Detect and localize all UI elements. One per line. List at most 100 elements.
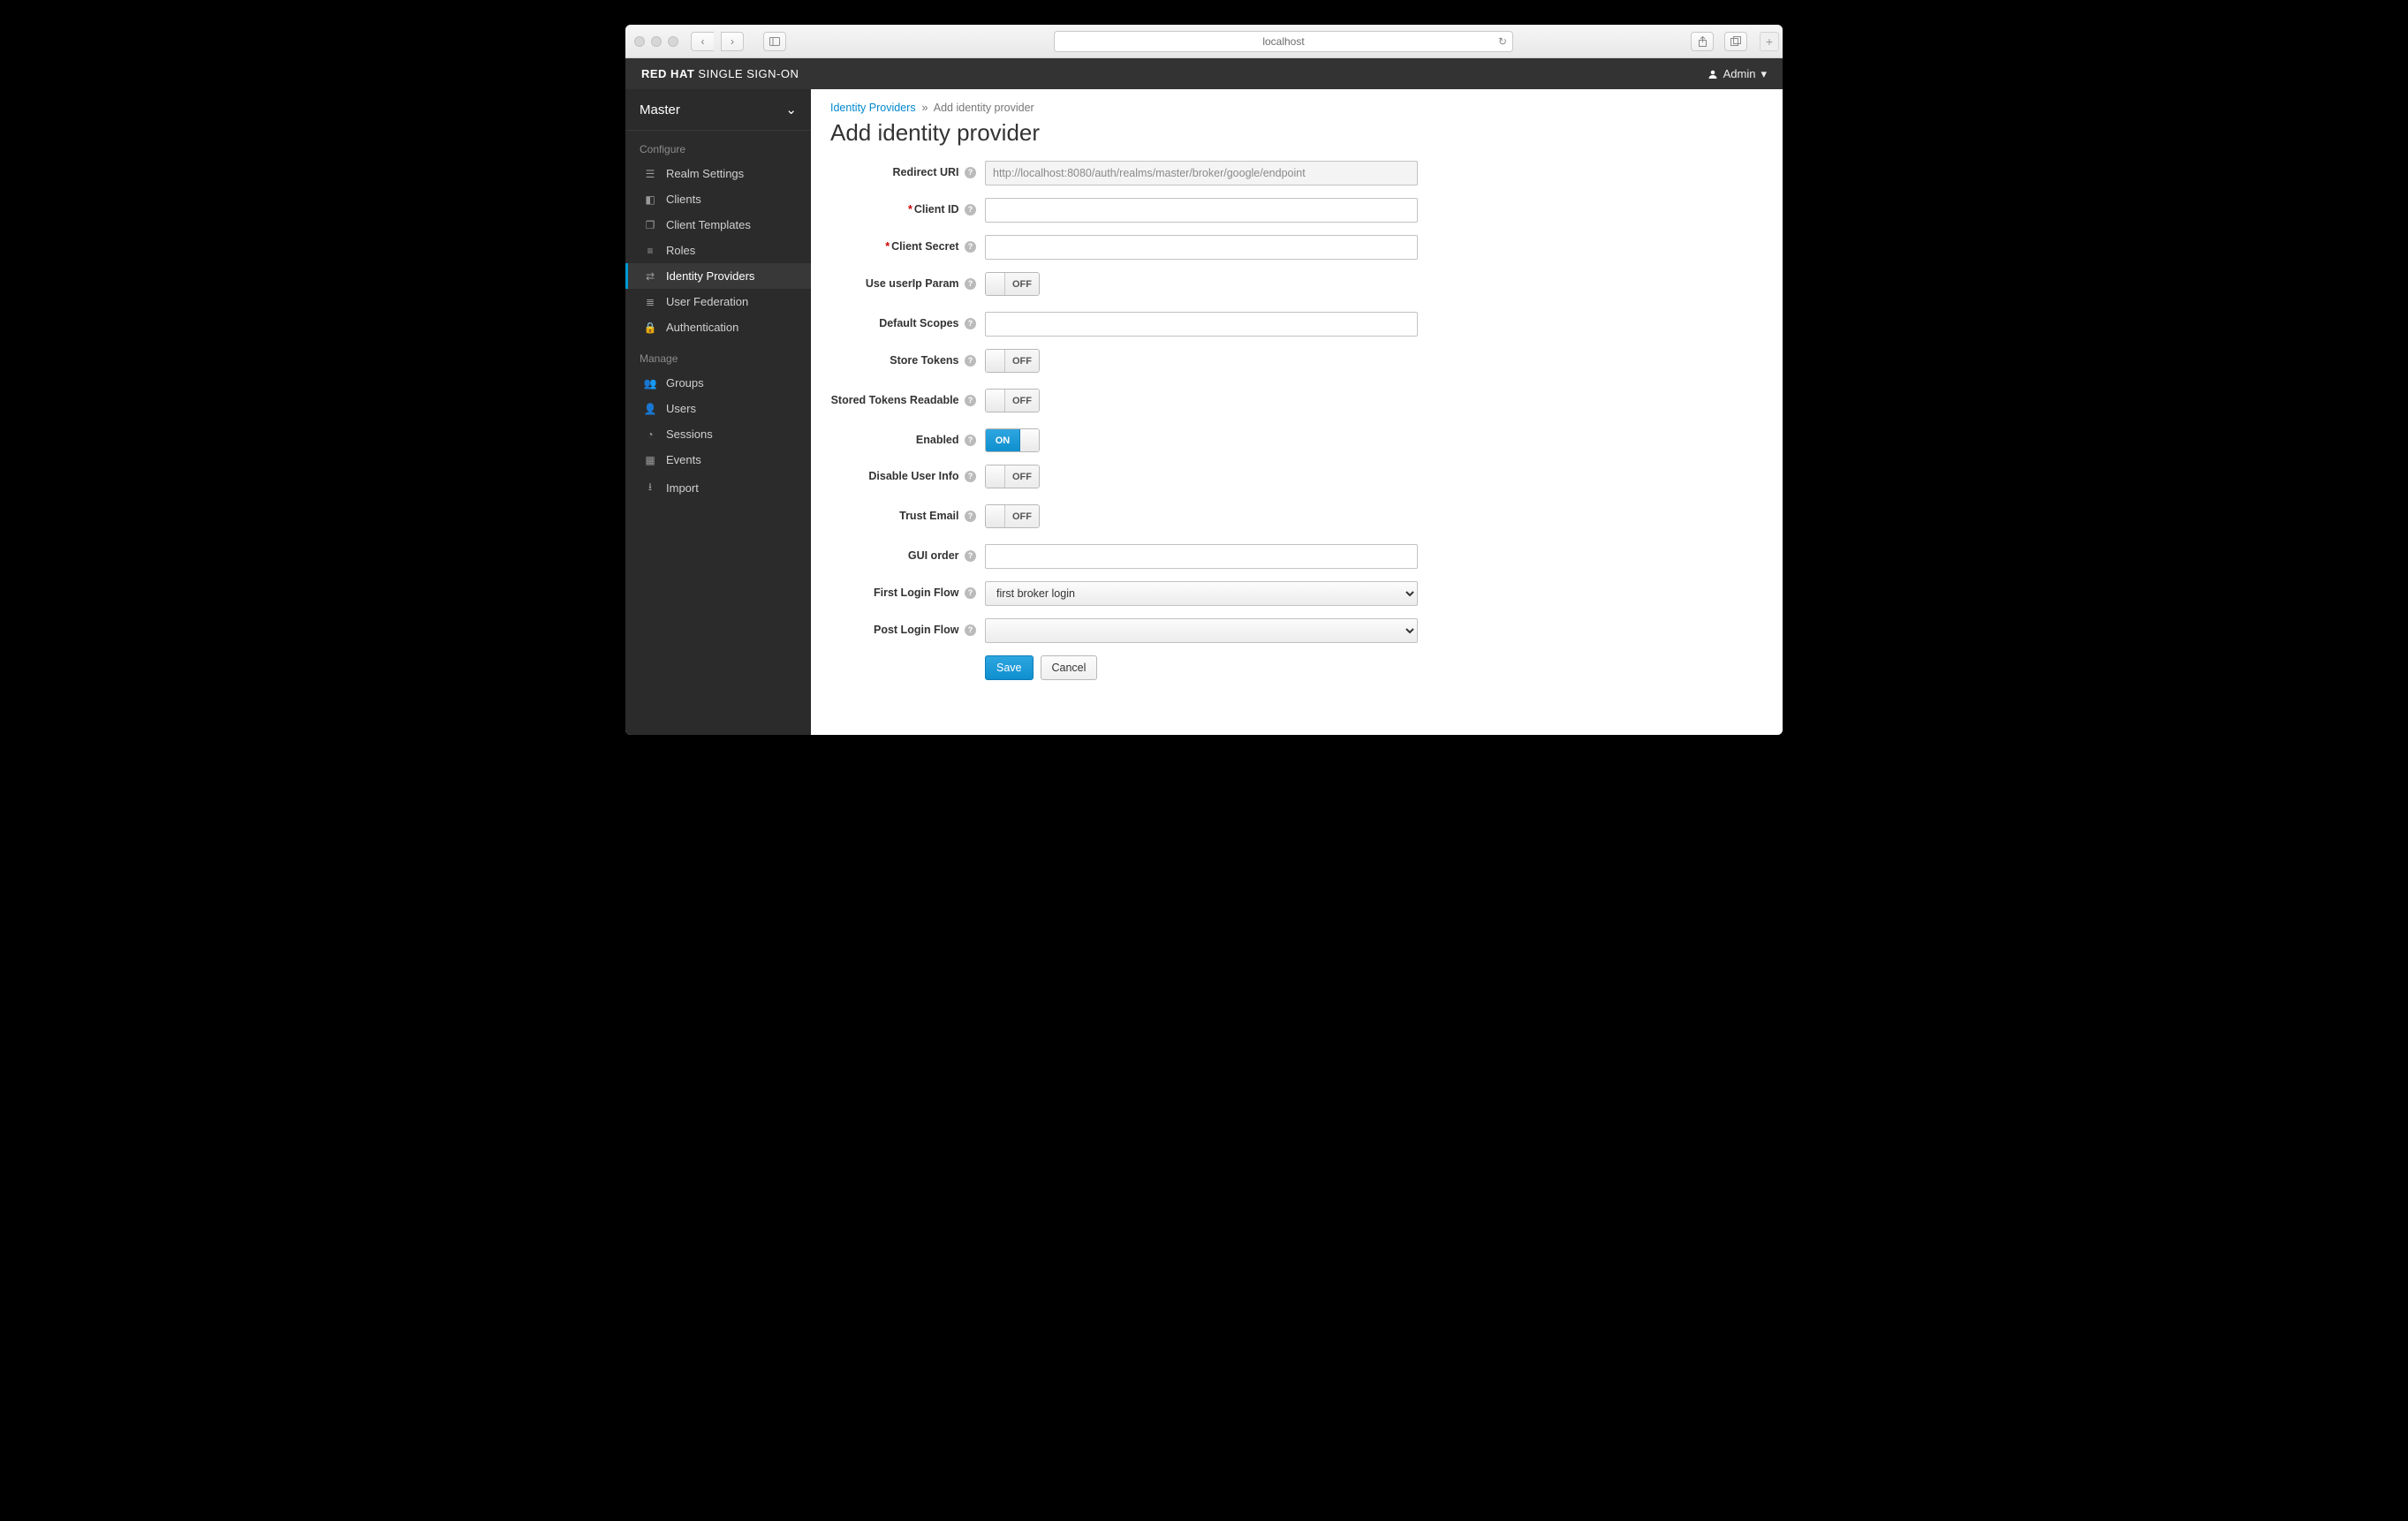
help-icon[interactable]: ? — [965, 550, 976, 562]
label-enabled: Enabled — [916, 434, 959, 446]
section-configure: Configure — [625, 131, 811, 161]
stored-tokens-readable-toggle[interactable]: OFF — [985, 389, 1040, 412]
trust-email-toggle[interactable]: OFF — [985, 504, 1040, 528]
brand: RED HAT SINGLE SIGN-ON — [641, 67, 799, 80]
sidebar-item-sessions[interactable]: ◔Sessions — [625, 421, 811, 447]
panel-icon — [769, 37, 780, 46]
sidebar-item-label: Roles — [666, 244, 695, 257]
user-icon — [1708, 69, 1718, 79]
help-icon[interactable]: ? — [965, 318, 976, 329]
browser-window: ‹ › localhost ↻ + RED HAT SINGLE SIGN-ON — [625, 25, 1783, 735]
help-icon[interactable]: ? — [965, 511, 976, 522]
help-icon[interactable]: ? — [965, 204, 976, 216]
close-dot[interactable] — [634, 36, 645, 47]
help-icon[interactable]: ? — [965, 241, 976, 253]
zoom-dot[interactable] — [668, 36, 678, 47]
brand-rest: SINGLE SIGN-ON — [694, 67, 799, 80]
sidebar-item-client-templates[interactable]: ❐Client Templates — [625, 212, 811, 238]
sidebar-item-groups[interactable]: 👥Groups — [625, 370, 811, 396]
enabled-toggle[interactable]: ON — [985, 428, 1040, 452]
sidebar-item-user-federation[interactable]: ≣ User Federation — [625, 289, 811, 314]
templates-icon: ❐ — [643, 219, 657, 231]
breadcrumb: Identity Providers » Add identity provid… — [830, 102, 1763, 114]
sidebar-toggle-button[interactable] — [763, 32, 786, 51]
help-icon[interactable]: ? — [965, 587, 976, 599]
group-icon: 👥 — [643, 377, 657, 390]
help-icon[interactable]: ? — [965, 435, 976, 446]
database-icon: ≣ — [643, 296, 657, 308]
brand-bold: RED HAT — [641, 67, 694, 80]
content: Identity Providers » Add identity provid… — [811, 89, 1783, 735]
chevron-down-icon: ⌄ — [785, 102, 797, 117]
help-icon[interactable]: ? — [965, 624, 976, 636]
user-name: Admin — [1723, 67, 1756, 80]
toggle-state: OFF — [1005, 465, 1039, 488]
help-icon[interactable]: ? — [965, 471, 976, 482]
share-button[interactable] — [1691, 32, 1714, 51]
redirect-uri-field[interactable] — [985, 161, 1418, 185]
app-root: RED HAT SINGLE SIGN-ON Admin ▾ Master ⌄ … — [625, 58, 1783, 735]
forward-button[interactable]: › — [721, 32, 744, 51]
label-store-tokens: Store Tokens — [890, 354, 958, 367]
label-client-id: Client ID — [914, 203, 959, 216]
label-post-login-flow: Post Login Flow — [874, 624, 959, 636]
share-icon — [1698, 36, 1708, 47]
toggle-state: OFF — [1005, 505, 1039, 527]
label-default-scopes: Default Scopes — [879, 317, 958, 329]
toggle-state: OFF — [1005, 350, 1039, 372]
sidebar-item-authentication[interactable]: 🔒Authentication — [625, 314, 811, 340]
sidebar-item-label: Events — [666, 453, 701, 466]
label-stored-tokens-readable: Stored Tokens Readable — [831, 394, 959, 406]
realm-name: Master — [640, 102, 680, 117]
help-icon[interactable]: ? — [965, 395, 976, 406]
disable-user-info-toggle[interactable]: OFF — [985, 465, 1040, 488]
chevron-down-icon: ▾ — [1761, 67, 1767, 81]
user-menu[interactable]: Admin ▾ — [1708, 67, 1767, 81]
sidebar-item-label: Import — [666, 481, 699, 495]
breadcrumb-root[interactable]: Identity Providers — [830, 102, 916, 114]
sidebar-item-label: User Federation — [666, 295, 748, 308]
back-button[interactable]: ‹ — [691, 32, 714, 51]
sidebar-item-import[interactable]: ⭳ Import — [625, 473, 811, 503]
sidebar-item-users[interactable]: 👤Users — [625, 396, 811, 421]
tabs-icon — [1730, 36, 1741, 46]
label-first-login-flow: First Login Flow — [874, 586, 959, 599]
lock-icon: 🔒 — [643, 322, 657, 334]
use-userip-toggle[interactable]: OFF — [985, 272, 1040, 296]
help-icon[interactable]: ? — [965, 278, 976, 290]
page-title: Add identity provider — [830, 119, 1763, 147]
new-tab-button[interactable]: + — [1760, 32, 1779, 51]
post-login-flow-select[interactable] — [985, 618, 1418, 643]
client-id-field[interactable] — [985, 198, 1418, 223]
label-gui-order: GUI order — [908, 549, 959, 562]
sidebar-item-identity-providers[interactable]: ⇄Identity Providers — [625, 263, 811, 289]
save-button[interactable]: Save — [985, 655, 1034, 680]
store-tokens-toggle[interactable]: OFF — [985, 349, 1040, 373]
default-scopes-field[interactable] — [985, 312, 1418, 337]
first-login-flow-select[interactable]: first broker login — [985, 581, 1418, 606]
sidebar: Master ⌄ Configure ☰Realm Settings ◧Clie… — [625, 89, 811, 735]
sidebar-item-label: Identity Providers — [666, 269, 754, 283]
label-use-userip: Use userIp Param — [866, 277, 959, 290]
sidebar-item-events[interactable]: ▦ Events — [625, 447, 811, 473]
sidebar-item-label: Sessions — [666, 428, 713, 441]
realm-selector[interactable]: Master ⌄ — [625, 89, 811, 131]
help-icon[interactable]: ? — [965, 355, 976, 367]
sidebar-item-clients[interactable]: ◧Clients — [625, 186, 811, 212]
address-bar[interactable]: localhost ↻ — [1054, 31, 1513, 52]
toggle-state: OFF — [1005, 390, 1039, 412]
cancel-button[interactable]: Cancel — [1041, 655, 1098, 680]
tabs-button[interactable] — [1724, 32, 1747, 51]
label-redirect-uri: Redirect URI — [892, 166, 958, 178]
reload-icon[interactable]: ↻ — [1498, 35, 1507, 48]
minimize-dot[interactable] — [651, 36, 662, 47]
calendar-icon: ▦ — [643, 454, 657, 466]
label-disable-user-info: Disable User Info — [868, 470, 958, 482]
gui-order-field[interactable] — [985, 544, 1418, 569]
help-icon[interactable]: ? — [965, 167, 976, 178]
sidebar-item-realm-settings[interactable]: ☰Realm Settings — [625, 161, 811, 186]
import-icon: ⭳ — [643, 479, 657, 497]
client-secret-field[interactable] — [985, 235, 1418, 260]
sidebar-item-label: Realm Settings — [666, 167, 744, 180]
sidebar-item-roles[interactable]: ≡Roles — [625, 238, 811, 263]
